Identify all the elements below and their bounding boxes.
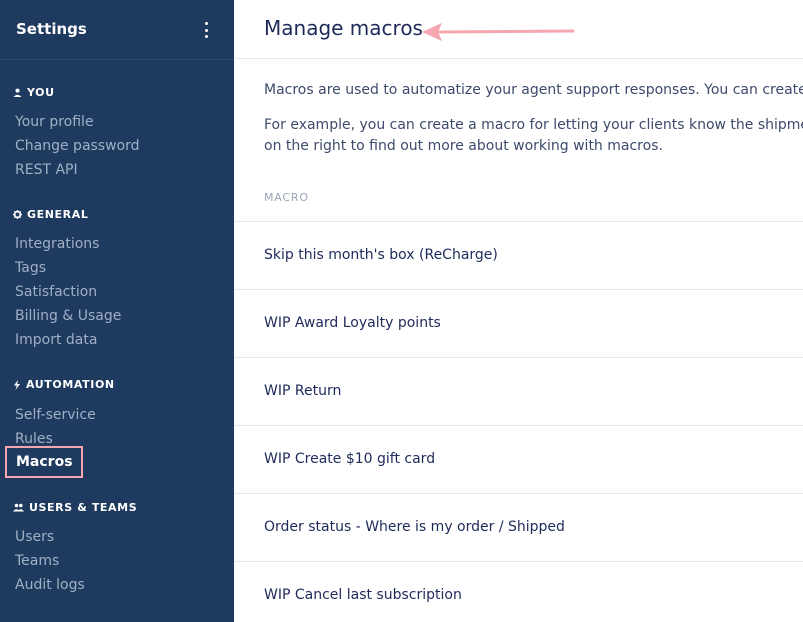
macro-name[interactable]: WIP Award Loyalty points	[264, 315, 441, 331]
main-content: Manage macros Macros are used to automat…	[234, 0, 803, 622]
sidebar-item-tags[interactable]: Tags	[15, 259, 46, 277]
macro-name[interactable]: WIP Cancel last subscription	[264, 587, 462, 603]
section-users-teams: USERS & TEAMS	[13, 501, 137, 514]
sidebar-item-import-data[interactable]: Import data	[15, 331, 97, 349]
macro-name[interactable]: Order status - Where is my order / Shipp…	[264, 519, 565, 535]
sidebar-item-macros[interactable]: Macros	[5, 446, 83, 478]
title-divider	[234, 58, 803, 59]
section-general: GENERAL	[13, 208, 88, 221]
sidebar-title: Settings	[16, 20, 87, 38]
sidebar-item-self-service[interactable]: Self-service	[15, 406, 96, 424]
macro-row[interactable]: Order status - Where is my order / Shipp…	[234, 493, 803, 562]
annotation-arrow-icon	[422, 23, 575, 41]
sidebar-item-teams[interactable]: Teams	[15, 552, 59, 570]
sidebar-item-your-profile[interactable]: Your profile	[15, 113, 94, 131]
macro-row[interactable]: Skip this month's box (ReCharge)	[234, 221, 803, 290]
macro-name[interactable]: WIP Return	[264, 383, 341, 399]
section-you: YOU	[13, 86, 55, 99]
section-heading-automation: AUTOMATION	[26, 378, 115, 391]
sidebar-item-satisfaction[interactable]: Satisfaction	[15, 283, 97, 301]
macro-row[interactable]: WIP Create $10 gift card	[234, 425, 803, 494]
sidebar-item-change-password[interactable]: Change password	[15, 137, 140, 155]
intro-text-line-2: For example, you can create a macro for …	[264, 117, 803, 133]
sidebar-item-billing-usage[interactable]: Billing & Usage	[15, 307, 121, 325]
macro-name[interactable]: Skip this month's box (ReCharge)	[264, 247, 498, 263]
macro-row[interactable]: WIP Return	[234, 357, 803, 426]
settings-sidebar: Settings YOU Your profile Change passwor…	[0, 0, 234, 622]
intro-text-line-1: Macros are used to automatize your agent…	[264, 82, 803, 98]
sidebar-item-users[interactable]: Users	[15, 528, 54, 546]
macro-row[interactable]: WIP Cancel last subscription	[234, 561, 803, 622]
user-icon	[13, 88, 22, 97]
section-heading-general: GENERAL	[27, 208, 89, 221]
sidebar-item-integrations[interactable]: Integrations	[15, 235, 99, 253]
section-heading-you: YOU	[27, 86, 55, 99]
page-title: Manage macros	[264, 16, 423, 40]
lightning-icon	[14, 379, 20, 390]
more-options-icon[interactable]	[200, 22, 212, 38]
macro-name[interactable]: WIP Create $10 gift card	[264, 451, 435, 467]
section-heading-users-teams: USERS & TEAMS	[29, 501, 138, 514]
gear-icon	[13, 210, 22, 219]
section-automation: AUTOMATION	[13, 378, 115, 391]
sidebar-item-rest-api[interactable]: REST API	[15, 161, 78, 179]
sidebar-header: Settings	[0, 0, 234, 60]
users-icon	[13, 503, 24, 512]
sidebar-item-audit-logs[interactable]: Audit logs	[15, 576, 85, 594]
macro-column-header: MACRO	[264, 191, 309, 204]
macro-row[interactable]: WIP Award Loyalty points	[234, 289, 803, 358]
intro-text-line-3: on the right to find out more about work…	[264, 138, 663, 154]
